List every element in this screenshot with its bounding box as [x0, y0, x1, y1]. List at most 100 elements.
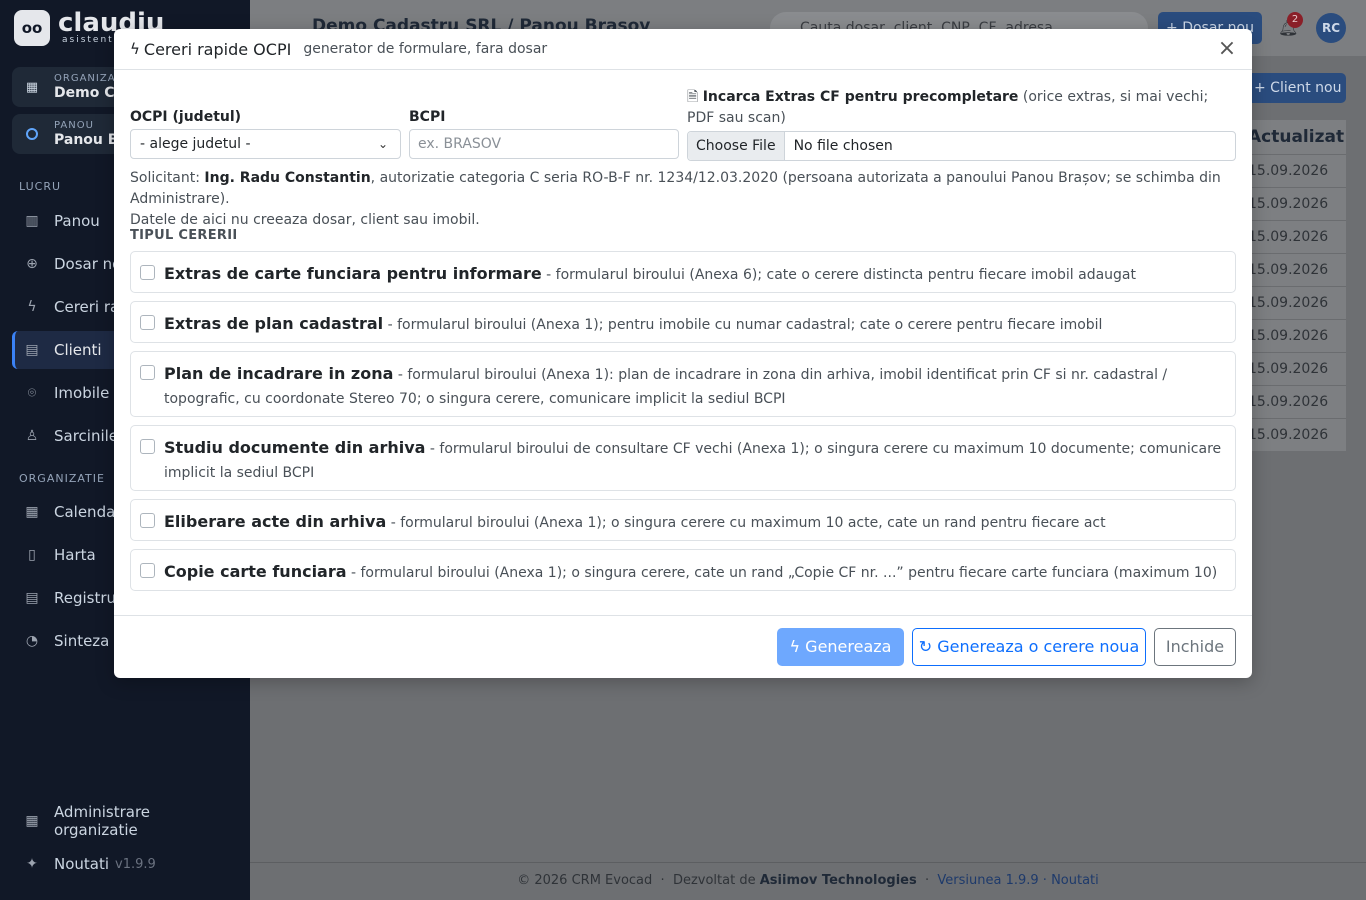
bcpi-input[interactable]: ex. BRASOV	[409, 129, 679, 159]
notification-badge: 2	[1287, 12, 1303, 28]
table-cell-date: 15.09.2026	[1240, 319, 1346, 352]
dashboard-icon: ▥	[25, 213, 39, 229]
buildings-icon: ▦	[25, 813, 39, 829]
solicitant-info: Solicitant: Ing. Radu Constantin, autori…	[130, 168, 1236, 231]
map-icon: ▯	[28, 547, 36, 563]
option-extras-plan[interactable]: Extras de plan cadastral - formularul bi…	[130, 301, 1236, 343]
sidebar-item-noutati[interactable]: ✦ Noutati v1.9.9	[12, 845, 238, 883]
column-header-updated[interactable]: Actualizat	[1240, 120, 1346, 154]
table-cell-date: 15.09.2026	[1240, 418, 1346, 451]
sidebar-item-label: Administrare organizatie	[53, 803, 151, 839]
table-cell-date: 15.09.2026	[1240, 385, 1346, 418]
section-org-title: ORGANIZATIE	[19, 472, 105, 485]
close-icon[interactable]: ×	[1216, 38, 1238, 60]
option-desc: - formularul biroului (Anexa 1); pentru …	[387, 317, 1103, 333]
option-plan-incadrare[interactable]: Plan de incadrare in zona - formularul b…	[130, 351, 1236, 417]
speedometer-icon: ◔	[25, 633, 39, 649]
option-desc: - formularul biroului (Anexa 1); o singu…	[350, 565, 1218, 581]
option-name: Studiu documente din arhiva	[164, 438, 426, 457]
sidebar-item-label: Panou	[54, 212, 100, 230]
footer-dev-name: Asiimov Technologies	[759, 873, 917, 888]
refresh-icon: ↻	[918, 637, 933, 656]
option-desc: - formularul biroului (Anexa 1); o singu…	[390, 515, 1106, 531]
plus-circle-icon: ⊕	[26, 256, 38, 272]
option-name: Plan de incadrare in zona	[164, 364, 394, 383]
ocpi-selected-value: - alege judetul -	[140, 136, 251, 152]
sidebar-item-label: Clienti	[54, 341, 102, 359]
checkbox[interactable]	[140, 563, 155, 578]
sidebar-item-label: Sinteza	[54, 632, 110, 650]
footer-version-link[interactable]: Versiunea 1.9.9 · Noutati	[937, 873, 1098, 888]
modal-footer: ϟ Genereaza ↻ Genereaza o cerere noua In…	[114, 615, 1252, 678]
upload-group: 🗎︎ Incarca Extras CF pentru precompletar…	[687, 87, 1236, 161]
quick-requests-modal: ϟ Cereri rapide OCPI generator de formul…	[114, 29, 1252, 678]
form-row: OCPI (judetul) - alege judetul - ⌄ BCPI …	[130, 87, 1236, 161]
footer-copyright: © 2026 CRM Evocad	[517, 873, 653, 888]
ocpi-select[interactable]: - alege judetul - ⌄	[130, 129, 401, 159]
modal-header: ϟ Cereri rapide OCPI generator de formul…	[114, 29, 1252, 70]
table-cell-date: 15.09.2026	[1240, 253, 1346, 286]
option-name: Extras de carte funciara pentru informar…	[164, 264, 542, 283]
sidebar-item-administrare[interactable]: ▦ Administrare organizatie	[12, 802, 238, 840]
close-button[interactable]: Inchide	[1154, 628, 1236, 666]
option-copie-cf[interactable]: Copie carte funciara - formularul biroul…	[130, 549, 1236, 591]
checkbox[interactable]	[140, 265, 155, 280]
ocpi-group: OCPI (judetul) - alege judetul - ⌄	[130, 107, 401, 159]
journal-icon: ▤	[25, 590, 39, 606]
avatar[interactable]: RC	[1316, 13, 1346, 43]
request-type-title: TIPUL CERERII	[130, 228, 238, 243]
option-studiu-arhiva[interactable]: Studiu documente din arhiva - formularul…	[130, 425, 1236, 491]
modal-subtitle: generator de formulare, fara dosar	[303, 41, 548, 57]
bcpi-group: BCPI ex. BRASOV	[409, 107, 679, 159]
choose-file-button[interactable]: Choose File	[688, 132, 785, 160]
panel-dot-icon	[24, 126, 40, 142]
building-icon: ▦	[25, 79, 39, 95]
calendar-icon: ▦	[25, 504, 39, 520]
upload-label-bold: Incarca Extras CF pentru precompletare	[702, 89, 1019, 105]
upload-label: 🗎︎ Incarca Extras CF pentru precompletar…	[687, 87, 1236, 129]
option-name: Copie carte funciara	[164, 562, 347, 581]
table-cell-date: 15.09.2026	[1240, 187, 1346, 220]
lightning-icon: ϟ	[130, 40, 140, 58]
table-cell-date: 15.09.2026	[1240, 352, 1346, 385]
lightning-icon: ϟ	[27, 299, 37, 315]
sparkles-icon: ✦	[26, 856, 38, 872]
option-desc: - formularul biroului (Anexa 6); cate o …	[546, 267, 1136, 283]
new-client-button[interactable]: + Client nou	[1238, 73, 1346, 103]
logo-icon: oo	[14, 10, 50, 46]
page-footer: © 2026 CRM Evocad · Dezvoltat de Asiimov…	[250, 862, 1366, 900]
generate-new-button[interactable]: ↻ Genereaza o cerere noua	[912, 628, 1146, 666]
checkbox[interactable]	[140, 365, 155, 380]
generate-button[interactable]: ϟ Genereaza	[777, 628, 904, 666]
option-name: Extras de plan cadastral	[164, 314, 384, 333]
solicitant-note: Datele de aici nu creeaza dosar, client …	[130, 212, 480, 228]
sidebar-item-label: Registru	[54, 589, 117, 607]
checkbox[interactable]	[140, 439, 155, 454]
table-cell-date: 15.09.2026	[1240, 286, 1346, 319]
lightning-icon: ϟ	[789, 637, 801, 656]
sidebar-item-label: Imobile	[54, 384, 110, 402]
checkbox[interactable]	[140, 513, 155, 528]
file-status: No file chosen	[793, 138, 893, 154]
option-name: Eliberare acte din arhiva	[164, 512, 387, 531]
footer-dev-prefix: Dezvoltat de	[672, 873, 756, 888]
file-icon: 🗎︎	[687, 89, 699, 105]
option-extras-cf[interactable]: Extras de carte funciara pentru informar…	[130, 251, 1236, 293]
option-eliberare-acte[interactable]: Eliberare acte din arhiva - formularul b…	[130, 499, 1236, 541]
chevron-down-icon: ⌄	[377, 137, 388, 151]
table-cell-date: 15.09.2026	[1240, 154, 1346, 187]
sidebar-item-label: Harta	[54, 546, 96, 564]
section-work-title: LUCRU	[19, 180, 62, 193]
checkbox[interactable]	[140, 315, 155, 330]
ocpi-label: OCPI (judetul)	[130, 109, 242, 125]
bcpi-label: BCPI	[409, 109, 446, 125]
modal-title: Cereri rapide OCPI	[143, 39, 292, 59]
id-card-icon: ▤	[25, 342, 39, 358]
file-input[interactable]: Choose File No file chosen	[687, 131, 1236, 161]
sidebar-item-label: Sarcinile	[54, 427, 119, 445]
sidebar-item-label: Noutati	[54, 855, 110, 873]
version-label: v1.9.9	[115, 856, 156, 872]
user-check-icon: ♙	[25, 428, 39, 444]
solicitant-name: Ing. Radu Constantin	[204, 170, 371, 186]
solicitant-prefix: Solicitant:	[130, 170, 200, 186]
